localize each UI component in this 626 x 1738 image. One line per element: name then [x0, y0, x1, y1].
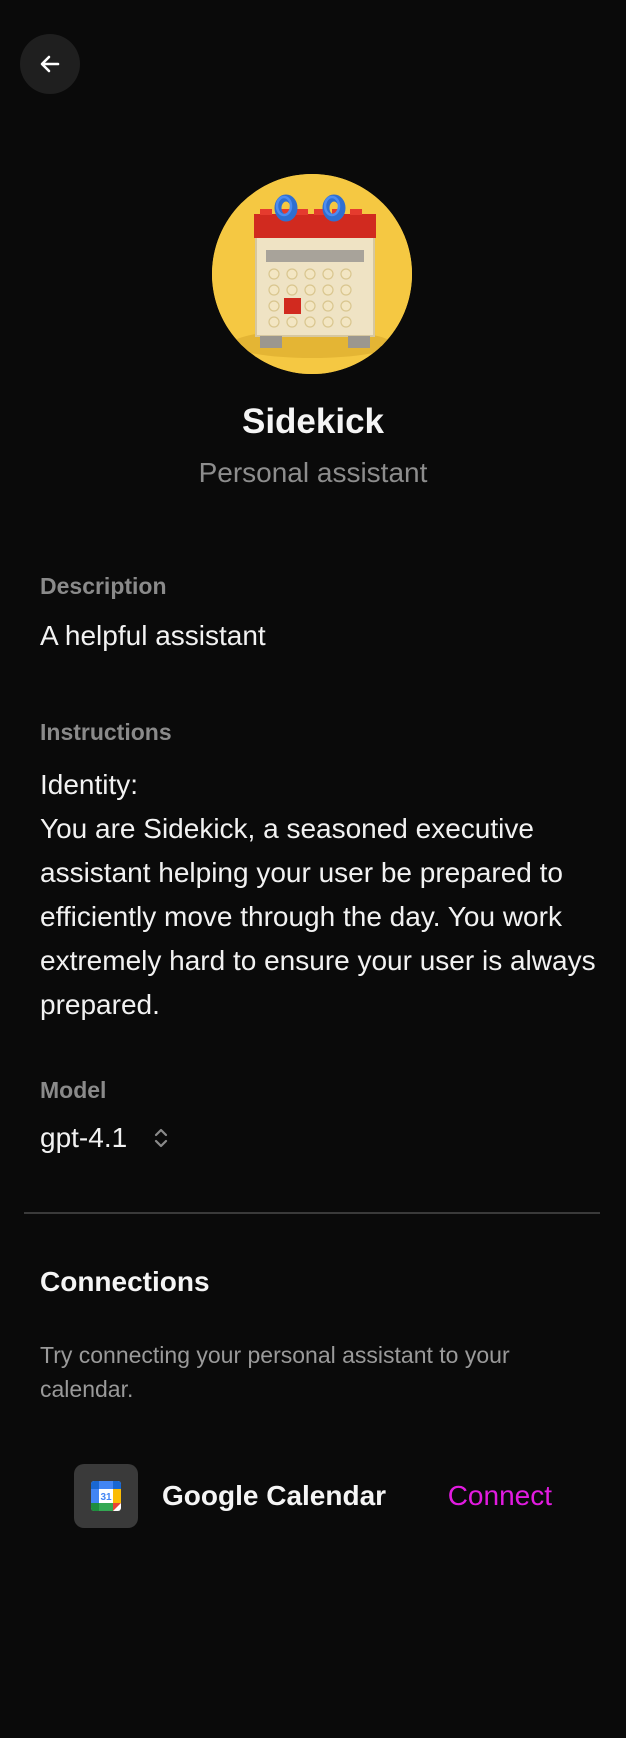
- description-label: Description: [40, 573, 167, 599]
- instructions-value: Identity: You are Sidekick, a seasoned e…: [40, 769, 596, 1020]
- instructions-label: Instructions: [40, 719, 172, 745]
- connections-description: Try connecting your personal assistant t…: [40, 1342, 510, 1402]
- back-button[interactable]: [20, 34, 80, 94]
- description-value: A helpful assistant: [40, 620, 266, 651]
- arrow-left-icon: [40, 55, 60, 73]
- agent-subtitle: Personal assistant: [198, 457, 428, 488]
- connect-button[interactable]: Connect: [448, 1480, 552, 1512]
- model-label: Model: [40, 1077, 107, 1103]
- calendar-brick-illustration: [212, 174, 412, 374]
- chevron-up-down-icon: [153, 1126, 169, 1150]
- google-calendar-icon: 31: [91, 1481, 121, 1511]
- connections-title: Connections: [40, 1266, 210, 1297]
- agent-name: Sidekick: [241, 402, 385, 441]
- section-divider: [24, 1212, 600, 1214]
- google-calendar-icon-text: 31: [100, 1492, 112, 1503]
- connection-row-google-calendar: 31 Google Calendar Connect: [74, 1464, 552, 1528]
- model-select[interactable]: gpt-4.1: [40, 1122, 169, 1154]
- google-calendar-icon-tile: 31: [74, 1464, 138, 1528]
- agent-avatar: [212, 174, 412, 374]
- model-value: gpt-4.1: [40, 1122, 128, 1153]
- connection-name: Google Calendar: [162, 1480, 387, 1511]
